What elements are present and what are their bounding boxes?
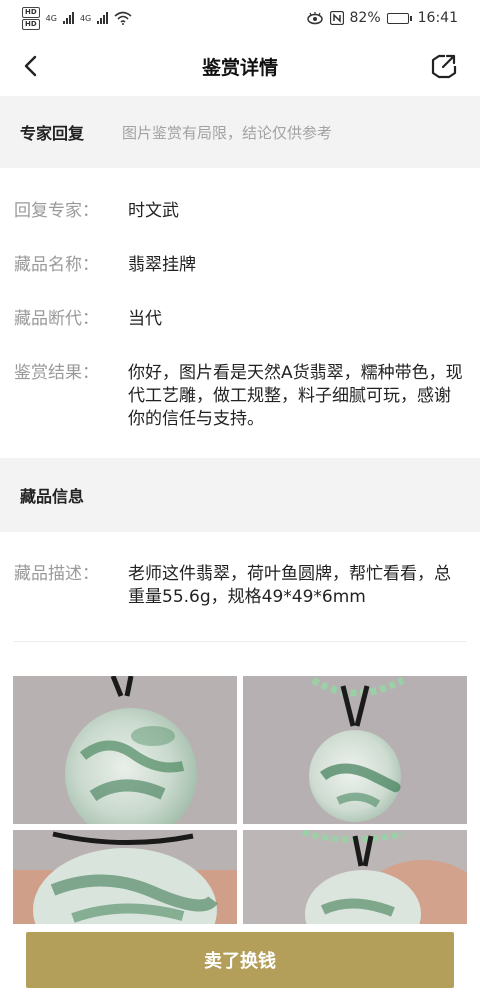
dating-label: 藏品断代： <box>14 309 99 329</box>
description-value: 老师这件翡翠，荷叶鱼圆牌，帮忙看看，总重量55.6g，规格49*49*6mm <box>128 564 451 607</box>
signal-icon-1 <box>62 12 74 24</box>
clock: 16:41 <box>417 10 458 26</box>
status-right: 82% 16:41 <box>306 10 458 26</box>
result-value: 你好，图片看是天然A货翡翠，糯种带色，现代工艺雕，做工规整，料子细腻可玩，感谢你… <box>128 363 463 429</box>
hd-badge-1: HD <box>22 6 40 18</box>
page-title: 鉴赏详情 <box>201 56 278 79</box>
signal-icon-2 <box>97 12 109 24</box>
expert-reply-header: 专家回复 图片鉴赏有局限，结论仅供参考 <box>0 96 480 168</box>
item-name-label: 藏品名称： <box>14 255 99 275</box>
status-left: HD HD 4G 4G <box>22 6 132 30</box>
nfc-icon <box>329 11 344 25</box>
result-row: 鉴赏结果： 你好，图片看是天然A货翡翠，糯种带色，现代工艺雕，做工规整，料子细腻… <box>14 362 464 431</box>
description-label: 藏品描述： <box>14 564 99 584</box>
eye-comfort-icon <box>306 12 323 25</box>
item-name-value: 翡翠挂牌 <box>128 255 196 275</box>
collection-info-header: 藏品信息 <box>0 458 480 532</box>
share-button[interactable] <box>428 50 460 82</box>
battery-icon <box>386 12 412 24</box>
expert-row: 回复专家： 时文武 <box>14 200 464 223</box>
dating-row: 藏品断代： 当代 <box>14 308 464 331</box>
chevron-left-icon <box>24 55 37 77</box>
network-type-2: 4G <box>79 13 92 23</box>
expert-value: 时文武 <box>128 201 179 221</box>
description-row: 藏品描述： 老师这件翡翠，荷叶鱼圆牌，帮忙看看，总重量55.6g，规格49*49… <box>14 563 464 609</box>
hd-badges: HD HD <box>22 6 40 30</box>
sell-for-cash-button[interactable]: 卖了换钱 <box>26 932 454 988</box>
jade-photo-2[interactable] <box>243 676 467 824</box>
expert-reply-title: 专家回复 <box>20 124 85 143</box>
expert-label: 回复专家： <box>14 201 99 221</box>
jade-photo-1[interactable] <box>13 676 237 824</box>
network-type-1: 4G <box>45 13 57 23</box>
dating-value: 当代 <box>128 309 162 329</box>
nav-bar: 鉴赏详情 <box>0 36 480 96</box>
wifi-icon <box>114 11 132 25</box>
status-bar: HD HD 4G 4G 82% 16:41 <box>0 0 480 36</box>
result-label: 鉴赏结果： <box>14 363 99 383</box>
disclaimer-note: 图片鉴赏有局限，结论仅供参考 <box>122 123 333 142</box>
item-name-row: 藏品名称： 翡翠挂牌 <box>14 254 464 277</box>
battery-percent: 82% <box>349 10 381 26</box>
jade-photo-3[interactable] <box>13 830 237 924</box>
hd-badge-2: HD <box>22 18 40 30</box>
divider <box>14 641 466 642</box>
back-button[interactable] <box>14 50 46 82</box>
jade-photo-4[interactable] <box>243 830 467 924</box>
share-icon <box>431 54 457 79</box>
collection-info-title: 藏品信息 <box>20 487 85 506</box>
